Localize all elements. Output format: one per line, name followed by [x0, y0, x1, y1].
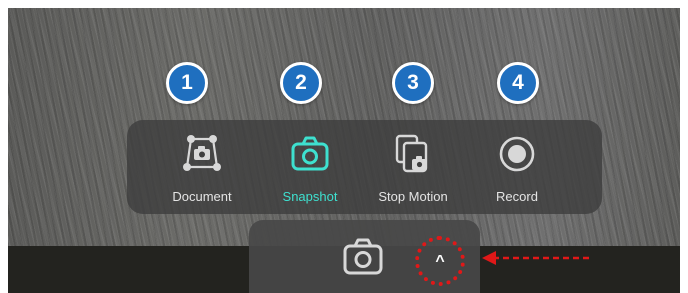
mode-record-label: Record: [496, 189, 538, 204]
document-scan-icon: [182, 133, 222, 175]
step-badge-3: 3: [392, 62, 434, 104]
mode-stop-motion-label: Stop Motion: [378, 189, 448, 204]
arrow-left-icon: [482, 251, 589, 265]
step-badge-1: 1: [166, 62, 208, 104]
expand-modes-button[interactable]: ^: [415, 236, 465, 286]
camera-icon: [290, 133, 330, 175]
mode-document-label: Document: [172, 189, 232, 204]
camera-preview: 1 2 3 4 Document Snapshot Stop Motion Re…: [8, 8, 680, 293]
mode-snapshot[interactable]: Snapshot: [260, 120, 360, 214]
camera-icon[interactable]: [341, 237, 385, 277]
mode-record[interactable]: Record: [467, 120, 567, 214]
step-badge-2: 2: [280, 62, 322, 104]
record-icon: [497, 133, 537, 175]
mode-stop-motion[interactable]: Stop Motion: [363, 120, 463, 214]
step-badge-4: 4: [497, 62, 539, 104]
mode-snapshot-label: Snapshot: [282, 189, 338, 204]
stop-motion-icon: [393, 133, 433, 175]
capture-mode-panel: Document Snapshot Stop Motion Record: [127, 120, 602, 214]
chevron-up-icon: ^: [435, 253, 445, 270]
mode-document[interactable]: Document: [152, 120, 252, 214]
camera-controls: ^: [249, 220, 480, 293]
